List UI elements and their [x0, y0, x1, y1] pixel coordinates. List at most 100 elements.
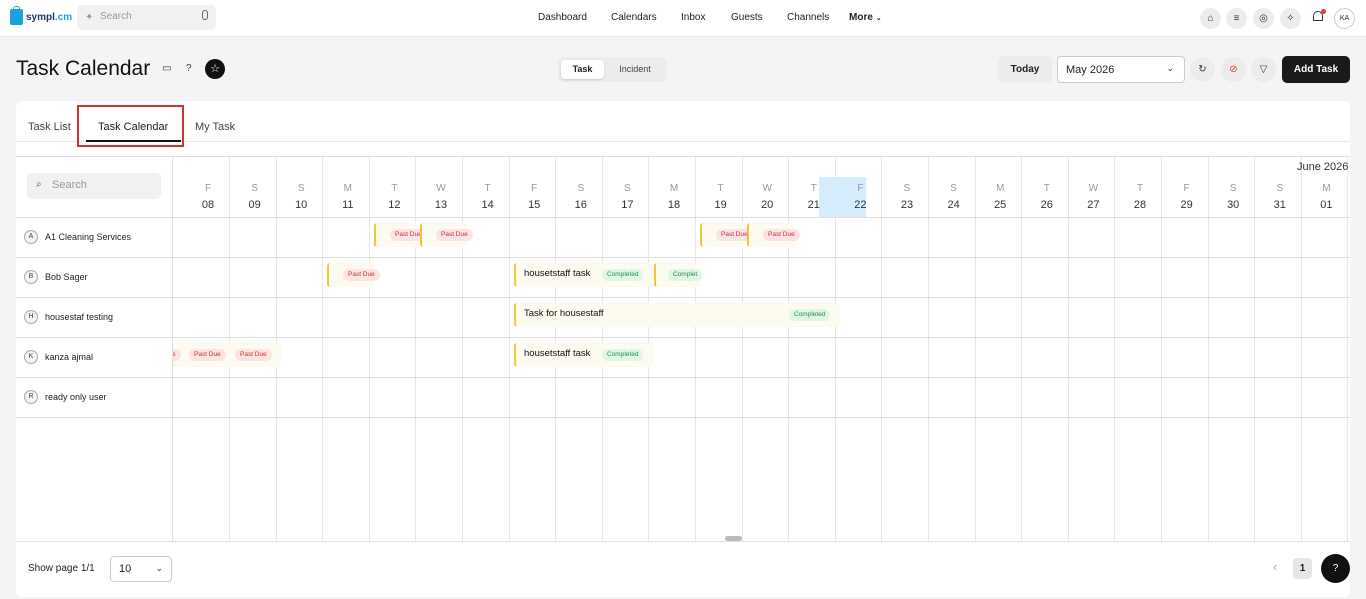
- day-number: 01: [1320, 199, 1333, 211]
- day-number: 27: [1087, 199, 1100, 211]
- segment-incident[interactable]: Incident: [608, 60, 662, 79]
- search-icon: ⌕: [36, 179, 42, 190]
- day-number: 18: [667, 199, 681, 211]
- status-badge: Completed: [602, 349, 644, 361]
- task-bar[interactable]: housetstaff task Completed: [514, 263, 654, 287]
- support-icon[interactable]: ◎: [1253, 8, 1274, 29]
- day-number: 23: [900, 199, 914, 211]
- day-number: 08: [201, 199, 215, 211]
- nav-channels[interactable]: Channels: [787, 12, 829, 23]
- status-badge: Past Due: [235, 349, 272, 361]
- user-avatar[interactable]: KA: [1334, 8, 1355, 29]
- reception-icon[interactable]: ⌂: [1200, 8, 1221, 29]
- day-number: 14: [481, 199, 494, 211]
- previous-page-icon[interactable]: ‹: [1273, 559, 1277, 574]
- nav-inbox[interactable]: Inbox: [681, 12, 705, 23]
- pagination-footer: Show page 1/1 10 ⌄ ‹ 1 ?: [16, 542, 1350, 597]
- global-search-input[interactable]: ✦ Search: [77, 5, 216, 30]
- day-letter: T: [810, 183, 817, 194]
- people-search-input[interactable]: ⌕ Search: [27, 173, 161, 199]
- resize-handle[interactable]: [725, 536, 742, 541]
- today-button[interactable]: Today: [998, 56, 1052, 83]
- day-number: 29: [1180, 199, 1193, 211]
- person-name: Bob Sager: [45, 272, 88, 282]
- task-bar[interactable]: e Past Due Past Due: [167, 343, 281, 367]
- day-number: 25: [994, 199, 1007, 211]
- chevron-down-icon: ⌄: [155, 563, 163, 573]
- day-letter: W: [762, 183, 772, 194]
- day-letter: S: [950, 183, 957, 194]
- shopping-bag-icon: [10, 6, 23, 25]
- month-select-value: May 2026: [1066, 64, 1115, 76]
- person-row[interactable]: R ready only user: [24, 390, 107, 404]
- task-title: housetstaff task: [524, 348, 591, 359]
- person-row[interactable]: B Bob Sager: [24, 270, 88, 284]
- calendar-card: Task List Task Calendar My Task F 08 S 09 S 1…: [16, 101, 1350, 597]
- people-column: ⌕ Search A A1 Cleaning Services B Bob Sa…: [16, 157, 173, 541]
- task-bar[interactable]: housetstaff task Completed: [514, 343, 654, 367]
- status-badge: Complet: [668, 269, 703, 281]
- day-number: 11: [342, 199, 354, 211]
- refresh-icon[interactable]: ↻: [1190, 57, 1215, 82]
- task-bar[interactable]: Complet: [654, 263, 703, 287]
- row-divider: [16, 217, 1350, 218]
- avatar: R: [24, 390, 38, 404]
- people-search-placeholder: Search: [52, 179, 87, 191]
- help-circle-icon[interactable]: ?: [186, 63, 192, 74]
- person-row[interactable]: H housestaf testing: [24, 310, 113, 324]
- day-letter: T: [1136, 183, 1144, 194]
- day-letter: S: [1276, 183, 1284, 194]
- status-badge: Completed: [602, 269, 644, 281]
- task-bar[interactable]: Past Due: [374, 223, 427, 247]
- filter-icon[interactable]: ▽: [1251, 57, 1276, 82]
- logo-text-domain: .cm: [54, 11, 73, 23]
- day-number: 30: [1227, 199, 1240, 211]
- nav-guests[interactable]: Guests: [731, 12, 763, 23]
- day-number: 28: [1133, 199, 1147, 211]
- task-bar[interactable]: Past Due: [747, 223, 800, 247]
- ai-sparkle-icon[interactable]: ✧: [1280, 8, 1301, 29]
- notification-bell-icon[interactable]: [1311, 9, 1326, 23]
- day-number: 31: [1273, 199, 1286, 211]
- checklist-icon[interactable]: ≡: [1226, 8, 1247, 29]
- month-select[interactable]: May 2026 ⌄: [1057, 56, 1185, 83]
- task-bar[interactable]: Task for housestaff Completed: [514, 303, 840, 327]
- selection-highlight-box: [77, 105, 184, 147]
- add-task-button[interactable]: Add Task: [1282, 56, 1350, 83]
- segment-task[interactable]: Task: [561, 60, 604, 79]
- person-row[interactable]: A A1 Cleaning Services: [24, 230, 131, 244]
- microphone-icon[interactable]: [202, 10, 208, 20]
- help-button[interactable]: ?: [1321, 554, 1350, 583]
- day-letter: M: [1322, 183, 1331, 194]
- task-bar[interactable]: Past Due: [420, 223, 473, 247]
- day-number: 22: [854, 199, 867, 211]
- sympl-logo[interactable]: sympl.cm: [10, 6, 73, 25]
- tab-task-list[interactable]: Task List: [28, 121, 71, 133]
- per-page-select[interactable]: 10 ⌄: [110, 556, 172, 582]
- avatar: H: [24, 310, 38, 324]
- task-bar[interactable]: Past Due: [327, 263, 380, 287]
- day-letter: W: [436, 183, 446, 194]
- person-name: kanza ajmal: [45, 352, 94, 362]
- task-title: Task for housestaff: [524, 308, 604, 319]
- task-bar[interactable]: Past Due: [700, 223, 753, 247]
- nav-more[interactable]: More ⌄: [849, 12, 882, 23]
- video-icon[interactable]: ▭: [162, 63, 171, 74]
- tab-my-task[interactable]: My Task: [195, 121, 235, 133]
- day-letter: T: [484, 183, 491, 194]
- clear-filter-icon[interactable]: ⊘: [1221, 57, 1246, 82]
- calendar-grid: F 08 S 09 S 10 M 11 T 12 W 13 T 14 F 15 S 16 S 17 M 18 T 19 W 20 T…: [16, 156, 1350, 542]
- day-number: 10: [295, 199, 308, 211]
- chevron-down-icon: ⌄: [875, 15, 882, 22]
- day-letter: F: [204, 183, 212, 194]
- page-title: Task Calendar: [16, 57, 151, 80]
- day-letter: S: [903, 183, 911, 194]
- person-row[interactable]: K kanza ajmal: [24, 350, 93, 364]
- page-number-button[interactable]: 1: [1293, 558, 1312, 579]
- star-favorite-icon[interactable]: ☆: [205, 59, 225, 79]
- nav-dashboard[interactable]: Dashboard: [538, 12, 587, 23]
- day-letter: T: [717, 183, 724, 194]
- day-letter: M: [669, 183, 679, 194]
- nav-calendars[interactable]: Calendars: [611, 12, 657, 23]
- page-info: Show page 1/1: [28, 563, 95, 574]
